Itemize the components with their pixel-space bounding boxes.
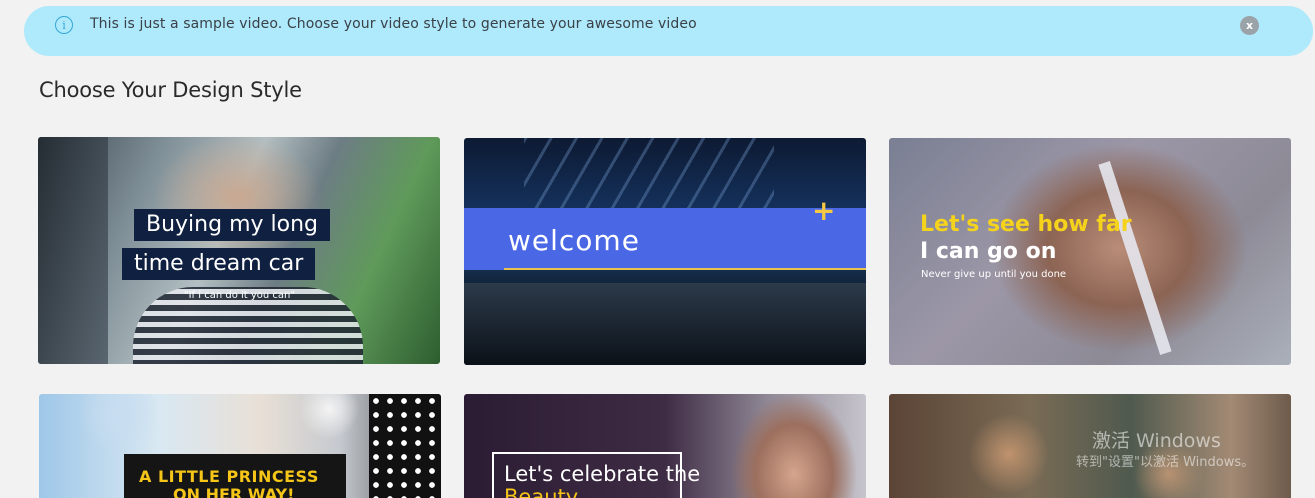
card-subtitle: Never give up until you done: [921, 269, 1067, 280]
design-style-card-welcome[interactable]: welcome +: [464, 138, 866, 365]
design-style-card-beauty[interactable]: Let's celebrate the Beauty: [464, 394, 866, 498]
page-title: Choose Your Design Style: [39, 78, 302, 102]
tank-top-strap: [1098, 161, 1172, 355]
plus-icon: +: [812, 194, 836, 227]
card-caption-line2: ON HER WAY!: [173, 485, 295, 498]
design-style-card-car[interactable]: Buying my long time dream car "If i can …: [38, 137, 440, 364]
info-icon: i: [55, 16, 73, 34]
polka-dot-dress: [369, 394, 441, 498]
close-banner-button[interactable]: x: [1240, 16, 1259, 35]
ceiling-beams: [524, 138, 774, 208]
card-caption-line2: Beauty: [504, 485, 579, 498]
card-subtitle: "If i can do it you can": [184, 290, 295, 301]
design-style-card-crowd[interactable]: [889, 394, 1291, 498]
design-style-card-princess[interactable]: A LITTLE PRINCESS ON HER WAY!: [39, 394, 441, 498]
windows-activation-hint: 转到"设置"以激活 Windows。: [1076, 455, 1255, 470]
windows-activation-watermark: 激活 Windows: [1092, 430, 1221, 452]
card-caption-line1: Let's celebrate the: [504, 462, 701, 486]
card-caption-line1: Let's see how far: [920, 212, 1132, 237]
banner-message: This is just a sample video. Choose your…: [90, 16, 697, 32]
accent-line: [504, 268, 866, 270]
office-floor: [464, 283, 866, 365]
card-caption-line1: A LITTLE PRINCESS: [139, 467, 319, 486]
design-style-card-fitness[interactable]: Let's see how far I can go on Never give…: [889, 138, 1291, 365]
card-caption-line2: time dream car: [122, 248, 316, 280]
car-window-post: [38, 137, 108, 364]
card-headline: welcome: [508, 224, 640, 257]
card-caption-line1: Buying my long: [134, 209, 330, 241]
card-caption-line2: I can go on: [920, 239, 1057, 264]
